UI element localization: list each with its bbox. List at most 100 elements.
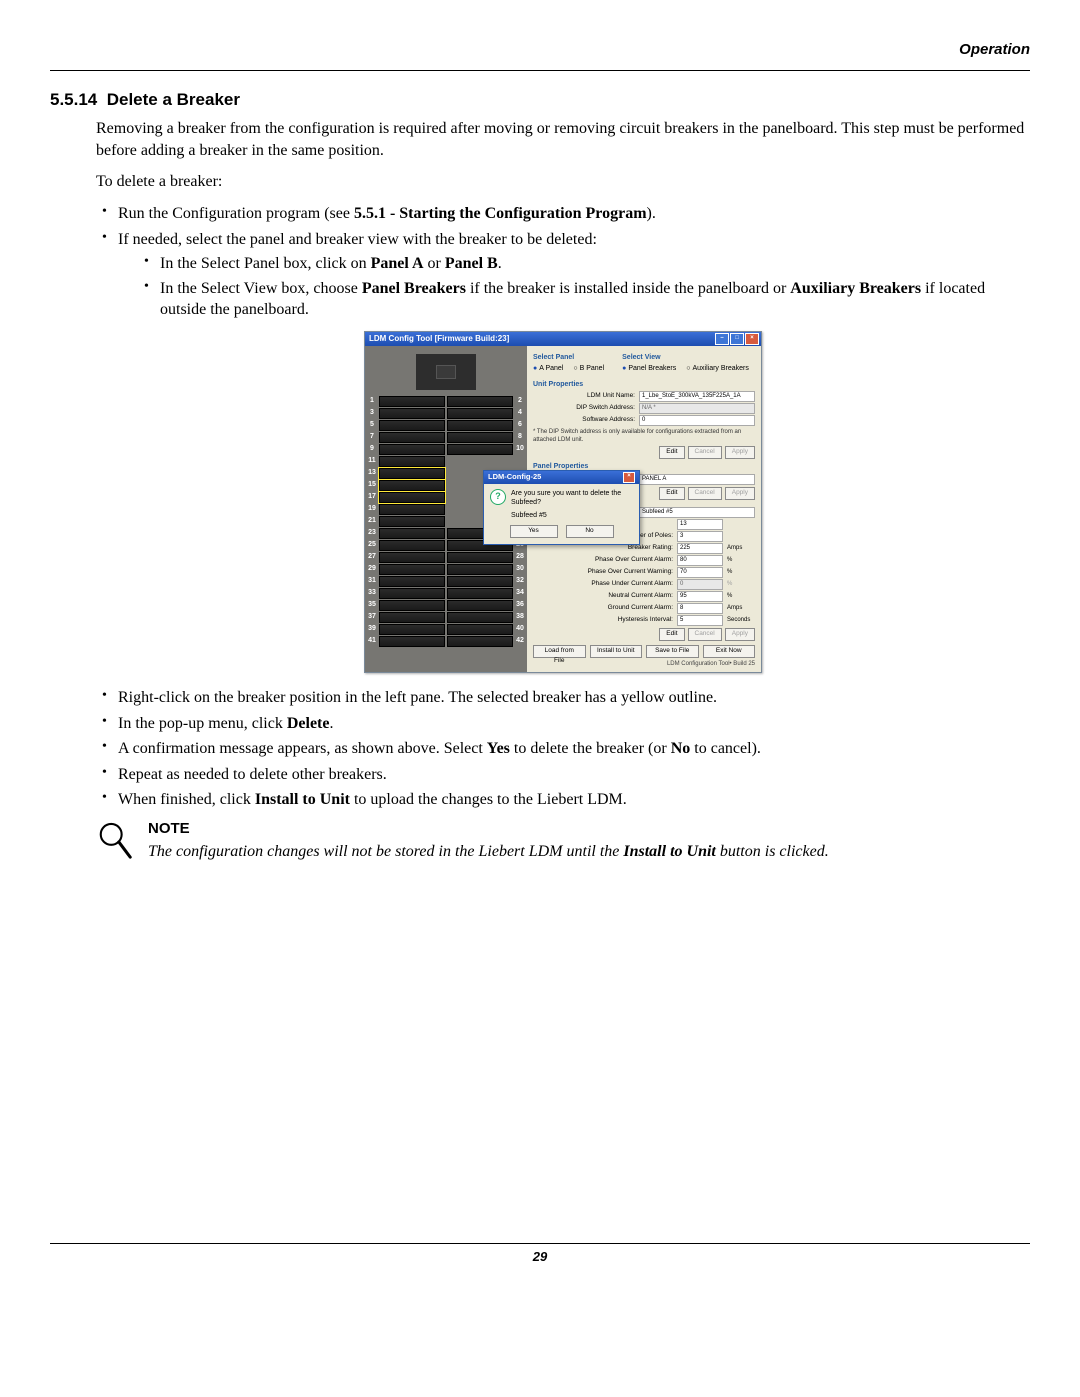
minimize-icon[interactable]: – [715, 333, 729, 345]
window-titlebar[interactable]: LDM Config Tool [Firmware Build:23] – □ … [365, 332, 761, 346]
breaker-slot[interactable] [379, 624, 445, 635]
save-to-file-button[interactable]: Save to File [646, 645, 699, 658]
breaker-slot[interactable] [447, 624, 513, 635]
breaker-slot[interactable] [379, 576, 445, 587]
radio-aux-breakers[interactable]: Auxiliary Breakers [686, 364, 749, 373]
question-icon: ? [490, 489, 506, 505]
breaker-slot[interactable] [447, 408, 513, 419]
panel-edit-button[interactable]: Edit [659, 487, 684, 500]
breaker-slot[interactable] [379, 516, 445, 527]
neutral-alarm-field[interactable]: 95 [677, 591, 723, 602]
breaker-edit-button[interactable]: Edit [659, 628, 684, 641]
breaker-slot[interactable] [447, 432, 513, 443]
panel-cancel-button[interactable]: Cancel [688, 487, 722, 500]
dialog-no-button[interactable]: No [566, 525, 614, 538]
breaker-slot[interactable] [379, 600, 445, 611]
breaker-row-number: 27 [367, 552, 377, 564]
dialog-yes-button[interactable]: Yes [510, 525, 558, 538]
install-to-unit-button[interactable]: Install to Unit [590, 645, 643, 658]
breaker-slot[interactable] [447, 552, 513, 563]
breaker-slot[interactable] [447, 588, 513, 599]
breaker-slot[interactable] [379, 480, 445, 491]
dialog-titlebar[interactable]: LDM-Config-25 × [484, 471, 639, 484]
dip-note: * The DIP Switch address is only availab… [533, 428, 755, 444]
breaker-row-number: 33 [367, 588, 377, 600]
breaker-row-number: 15 [367, 480, 377, 492]
lead-line: To delete a breaker: [96, 171, 1030, 193]
steps-after-figure: Right-click on the breaker position in t… [96, 687, 1030, 811]
breaker-row-number: 36 [515, 600, 525, 612]
breaker-slot[interactable] [379, 588, 445, 599]
close-icon[interactable]: × [745, 333, 759, 345]
breaker-slot[interactable] [379, 432, 445, 443]
breaker-row-number: 17 [367, 492, 377, 504]
breaker-row-number: 4 [515, 408, 525, 420]
exit-now-button[interactable]: Exit Now [703, 645, 756, 658]
note-title: NOTE [148, 819, 1030, 839]
breaker-row-number: 25 [367, 540, 377, 552]
dialog-title: LDM-Config-25 [488, 472, 541, 483]
radio-panel-breakers[interactable]: Panel Breakers [622, 364, 676, 373]
breaker-slot[interactable] [447, 612, 513, 623]
breaker-row-number: 9 [367, 444, 377, 456]
breaker-apply-button[interactable]: Apply [725, 628, 755, 641]
unit-edit-button[interactable]: Edit [659, 446, 684, 459]
breaker-slot[interactable] [379, 636, 445, 647]
unit-cancel-button[interactable]: Cancel [688, 446, 722, 459]
dialog-close-icon[interactable]: × [623, 472, 635, 483]
dialog-subfeed: Subfeed #5 [511, 511, 633, 520]
phase-over-alarm-field[interactable]: 80 [677, 555, 723, 566]
breaker-slot[interactable] [447, 600, 513, 611]
section-heading: 5.5.14 Delete a Breaker [50, 89, 1030, 112]
breaker-slot[interactable] [379, 420, 445, 431]
num-poles-field[interactable]: 3 [677, 531, 723, 542]
radio-a-panel[interactable]: A Panel [533, 364, 563, 373]
breaker-slot[interactable] [379, 492, 445, 503]
screenshot-figure: LDM Config Tool [Firmware Build:23] – □ … [96, 331, 1030, 673]
breaker-slot[interactable] [447, 420, 513, 431]
breaker-slot[interactable] [379, 408, 445, 419]
panel-name-field[interactable]: PANEL A [639, 474, 755, 485]
phase-over-warn-field[interactable]: 70 [677, 567, 723, 578]
ldm-unit-name-field[interactable]: 1_Lbe_StoE_300kVA_135F225A_1A [639, 391, 755, 402]
unit-apply-button[interactable]: Apply [725, 446, 755, 459]
breaker-slot[interactable] [379, 564, 445, 575]
breaker-slot[interactable] [447, 396, 513, 407]
breaker-slot[interactable] [447, 576, 513, 587]
breaker-slot[interactable] [447, 444, 513, 455]
breaker-slot[interactable] [379, 612, 445, 623]
breaker-row-number: 23 [367, 528, 377, 540]
breaker-row-number: 34 [515, 588, 525, 600]
position-field[interactable]: 13 [677, 519, 723, 530]
hysteresis-field[interactable]: 5 [677, 615, 723, 626]
breaker-slot[interactable] [379, 540, 445, 551]
subfeed-name-field[interactable]: Subfeed #5 [639, 507, 755, 518]
radio-b-panel[interactable]: B Panel [573, 364, 604, 373]
page-number: 29 [50, 1248, 1030, 1266]
breaker-slot[interactable] [379, 468, 445, 479]
panel-apply-button[interactable]: Apply [725, 487, 755, 500]
breaker-slot[interactable] [447, 636, 513, 647]
section-number: 5.5.14 [50, 90, 97, 109]
breaker-row-number: 5 [367, 420, 377, 432]
breaker-slot[interactable] [379, 528, 445, 539]
panel-preview [416, 354, 476, 390]
breaker-slot[interactable] [379, 444, 445, 455]
breaker-cancel-button[interactable]: Cancel [688, 628, 722, 641]
software-address-field[interactable]: 0 [639, 415, 755, 426]
breaker-slot[interactable] [447, 564, 513, 575]
breaker-row-number: 19 [367, 504, 377, 516]
breaker-slot[interactable] [379, 504, 445, 515]
breaker-row-number: 38 [515, 612, 525, 624]
breaker-slot[interactable] [379, 456, 445, 467]
load-from-file-button[interactable]: Load from File [533, 645, 586, 658]
breaker-slot[interactable] [379, 396, 445, 407]
ground-alarm-field[interactable]: 8 [677, 603, 723, 614]
breaker-rating-field[interactable]: 225 [677, 543, 723, 554]
maximize-icon[interactable]: □ [730, 333, 744, 345]
bottom-divider [50, 1243, 1030, 1244]
breaker-slot[interactable] [379, 552, 445, 563]
substep-select-view: In the Select View box, choose Panel Bre… [138, 278, 1030, 321]
phase-under-alarm-field: 0 [677, 579, 723, 590]
step-select-panel-view: If needed, select the panel and breaker … [96, 229, 1030, 321]
